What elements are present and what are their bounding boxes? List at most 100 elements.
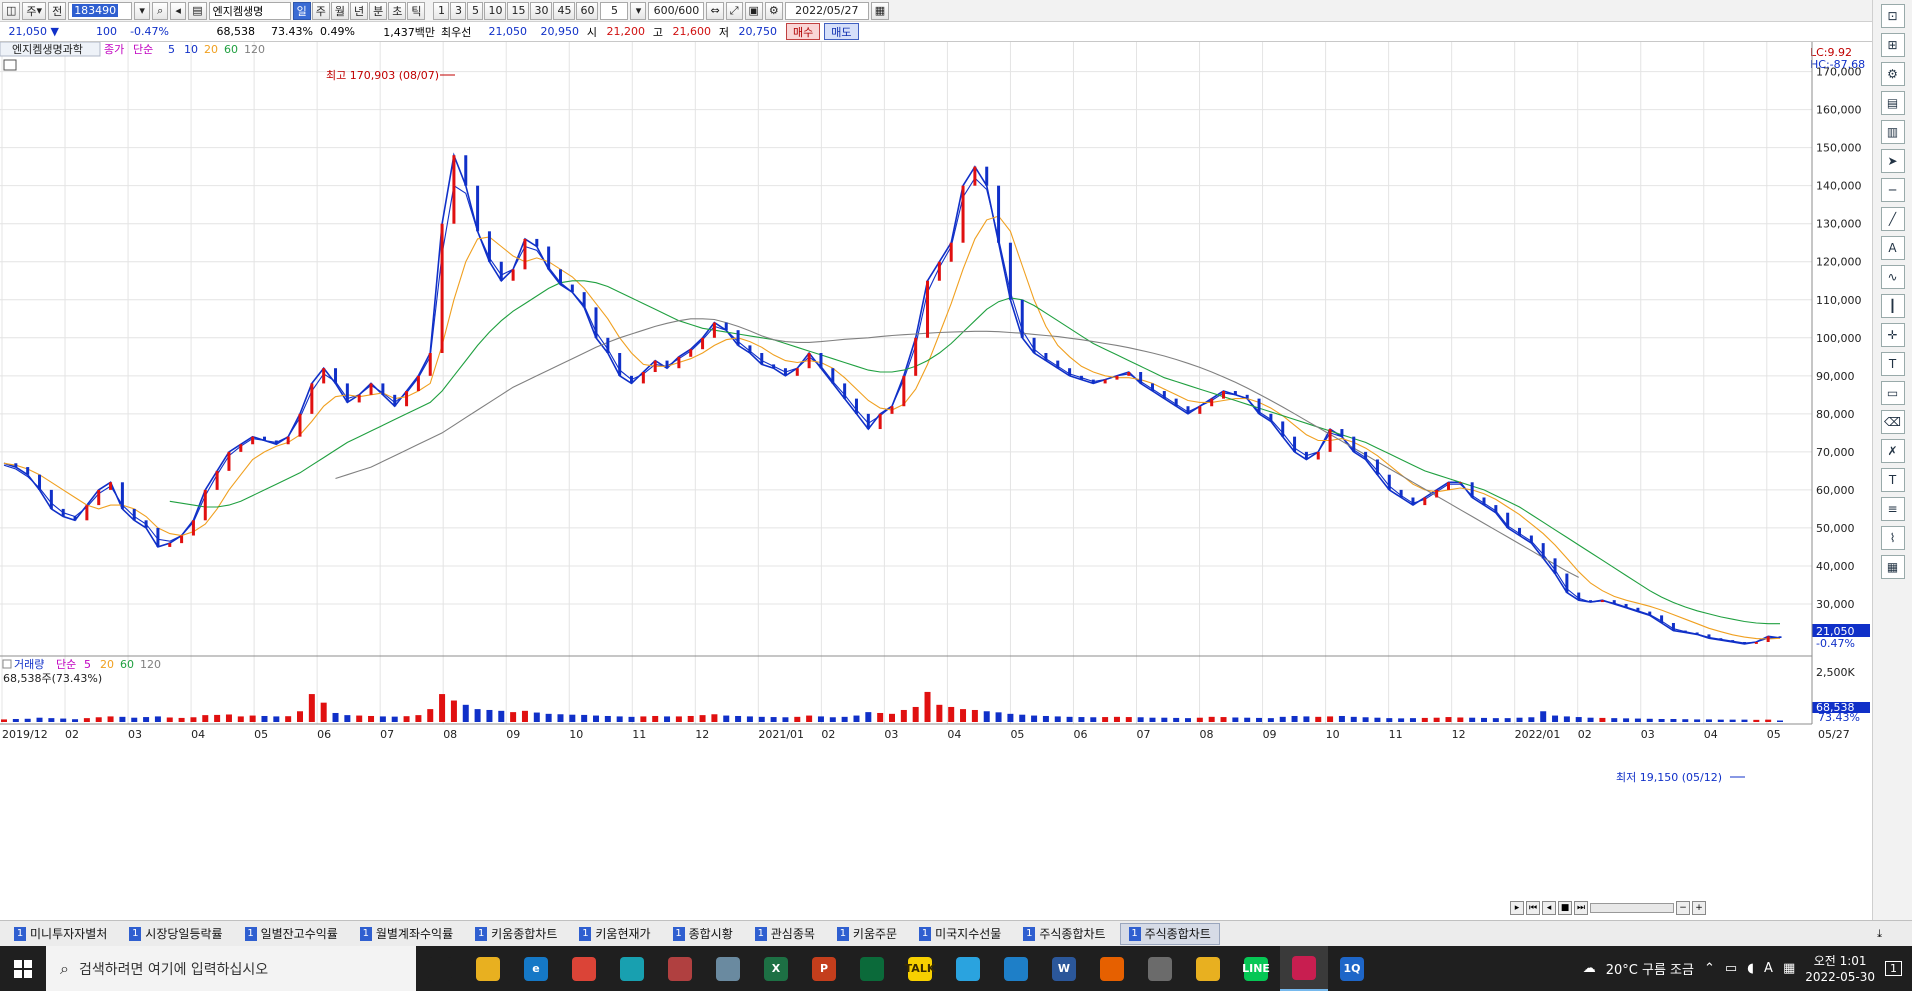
cross-tool-icon[interactable]: ✛	[1880, 323, 1905, 347]
auto-tool-icon[interactable]: A	[1880, 236, 1905, 260]
word-taskbar-button[interactable]: W	[1040, 946, 1088, 991]
period-button-4[interactable]: 분	[369, 1, 388, 20]
window-tab-0[interactable]: 1 미니투자자별처	[6, 923, 115, 945]
window-tab-3[interactable]: 1 월별계좌수익률	[352, 923, 461, 945]
app-6-taskbar-button[interactable]	[704, 946, 752, 991]
window-tab-1[interactable]: 1 시장당일등락률	[121, 923, 230, 945]
chrome-taskbar-button[interactable]	[560, 946, 608, 991]
start-button[interactable]	[0, 946, 46, 991]
code-dropdown-icon[interactable]: ▾	[134, 1, 151, 20]
cursor-icon[interactable]: ➤	[1880, 149, 1905, 173]
tool-5-icon[interactable]: ▥	[1880, 120, 1905, 144]
scroll-prev-icon[interactable]: ◂	[1542, 901, 1556, 915]
all-eraser-tool-icon[interactable]: ✗	[1880, 439, 1905, 463]
window-tab-6[interactable]: 1 종합시황	[665, 923, 741, 945]
window-tab-4[interactable]: 1 키움종합차트	[467, 923, 565, 945]
tool-3-icon[interactable]: ⚙	[1880, 62, 1905, 86]
powerpoint-taskbar-button[interactable]: P	[800, 946, 848, 991]
tool-1-icon[interactable]: ⊡	[1880, 4, 1905, 28]
interval-button-6[interactable]: 45	[553, 1, 576, 20]
period-button-0[interactable]: 일	[292, 1, 311, 20]
data-count-input[interactable]: 600/600	[648, 1, 705, 20]
edge-taskbar-button[interactable]: e	[512, 946, 560, 991]
window-tab-10[interactable]: 1 주식종합차트	[1015, 923, 1113, 945]
stop-icon[interactable]: ■	[1558, 901, 1572, 915]
text-tool-icon[interactable]: T	[1880, 352, 1905, 376]
sell-button[interactable]: 매도	[824, 23, 859, 40]
line-taskbar-button[interactable]: LINE	[1232, 946, 1280, 991]
line-tool-icon[interactable]: ─	[1880, 178, 1905, 202]
sound-icon[interactable]: ◂	[170, 1, 187, 20]
calendar-icon[interactable]: ▦	[870, 1, 890, 20]
window-tab-2[interactable]: 1 일별잔고수익률	[237, 923, 346, 945]
ime-indicator[interactable]: A	[1764, 961, 1773, 976]
box-tool-icon[interactable]: ▭	[1880, 381, 1905, 405]
wave-tool-icon[interactable]: ∿	[1880, 265, 1905, 289]
firefox-taskbar-button[interactable]	[1088, 946, 1136, 991]
interval-button-5[interactable]: 30	[530, 1, 553, 20]
chart-tool-icon[interactable]: ⌇	[1880, 526, 1905, 550]
stock-chart[interactable]: 엔지켐생명과학 종가 단순 5 10 20 60 120 170,000160,…	[0, 42, 1872, 920]
clock[interactable]: 오전 1:01 2022-05-30	[1805, 953, 1875, 985]
app-16-taskbar-button[interactable]	[1184, 946, 1232, 991]
tool-2-icon[interactable]: ⊞	[1880, 33, 1905, 57]
bird-taskbar-button[interactable]	[608, 946, 656, 991]
eraser-tool-icon[interactable]: ⌫	[1880, 410, 1905, 434]
window-tab-9[interactable]: 1 미국지수선물	[911, 923, 1009, 945]
taskbar-search[interactable]: ⌕ 검색하려면 여기에 입력하십시오	[46, 946, 416, 991]
window-tab-5[interactable]: 1 키움현재가	[571, 923, 658, 945]
link-icon[interactable]: ▤	[188, 1, 207, 20]
telegram-taskbar-button[interactable]	[944, 946, 992, 991]
kakaotalk-taskbar-button[interactable]: TALK	[896, 946, 944, 991]
zoom-out-icon[interactable]: −	[1676, 901, 1690, 915]
grid-tool-icon[interactable]: ▦	[1880, 555, 1905, 579]
table-icon[interactable]	[3, 59, 17, 71]
interval-button-3[interactable]: 10	[484, 1, 507, 20]
volume-icon[interactable]: ◖	[1747, 961, 1754, 976]
interval-button-2[interactable]: 5	[467, 1, 484, 20]
period-button-1[interactable]: 주	[311, 1, 330, 20]
download-icon[interactable]: ⤓	[1877, 927, 1882, 941]
period-button-2[interactable]: 월	[330, 1, 349, 20]
interval-button-0[interactable]: 1	[433, 1, 450, 20]
network-icon[interactable]: ▭	[1725, 961, 1737, 976]
interval-button-7[interactable]: 60	[576, 1, 599, 20]
app-15-taskbar-button[interactable]	[1136, 946, 1184, 991]
tray-chevron-icon[interactable]: ⌃	[1704, 961, 1715, 976]
trend-tool-icon[interactable]: ╱	[1880, 207, 1905, 231]
tool-4-icon[interactable]: ▤	[1880, 91, 1905, 115]
app-9-taskbar-button[interactable]	[848, 946, 896, 991]
crosshair-icon[interactable]: ⤢	[725, 1, 743, 20]
zoom-icon[interactable]: ⇔	[706, 1, 724, 20]
market-select[interactable]: 주 ▾	[22, 1, 47, 20]
search-icon[interactable]: ⌕	[152, 1, 169, 20]
scroll-end-icon[interactable]: ⏭	[1574, 901, 1588, 915]
period-button-6[interactable]: 틱	[407, 1, 426, 20]
vscode-taskbar-button[interactable]	[992, 946, 1040, 991]
stock-code-input[interactable]: 183490	[68, 1, 133, 20]
excel-taskbar-button[interactable]: X	[752, 946, 800, 991]
interval-dropdown-icon[interactable]: ▾	[630, 1, 647, 20]
settings-icon[interactable]: ⚙	[764, 1, 783, 20]
stack-tool-icon[interactable]: ≡	[1880, 497, 1905, 521]
kiwoom-taskbar-button[interactable]	[1280, 946, 1328, 991]
period-select[interactable]: 전	[48, 1, 67, 20]
weather-icon[interactable]: ☁	[1583, 961, 1596, 976]
window-tab-11[interactable]: 1 주식종합차트	[1119, 922, 1220, 945]
weather-text[interactable]: 20°C 구름 조금	[1606, 959, 1694, 978]
keyboard-icon[interactable]: ▦	[1783, 961, 1795, 976]
window-tab-8[interactable]: 1 키움주문	[829, 923, 905, 945]
period-button-5[interactable]: 초	[388, 1, 407, 20]
interval-button-4[interactable]: 15	[507, 1, 530, 20]
interval-button-1[interactable]: 3	[450, 1, 467, 20]
date-input[interactable]: 2022/05/27	[784, 1, 869, 20]
app-5-taskbar-button[interactable]	[656, 946, 704, 991]
period-button-3[interactable]: 년	[349, 1, 369, 20]
layout-icon[interactable]: ◫	[2, 1, 21, 20]
task-view-taskbar-button[interactable]	[416, 946, 464, 991]
file-explorer-taskbar-button[interactable]	[464, 946, 512, 991]
scroll-track[interactable]	[1590, 903, 1674, 913]
buy-button[interactable]: 매수	[786, 23, 821, 40]
scroll-start-icon[interactable]: ⏮	[1526, 901, 1540, 915]
window-tab-7[interactable]: 1 관심종목	[747, 923, 823, 945]
